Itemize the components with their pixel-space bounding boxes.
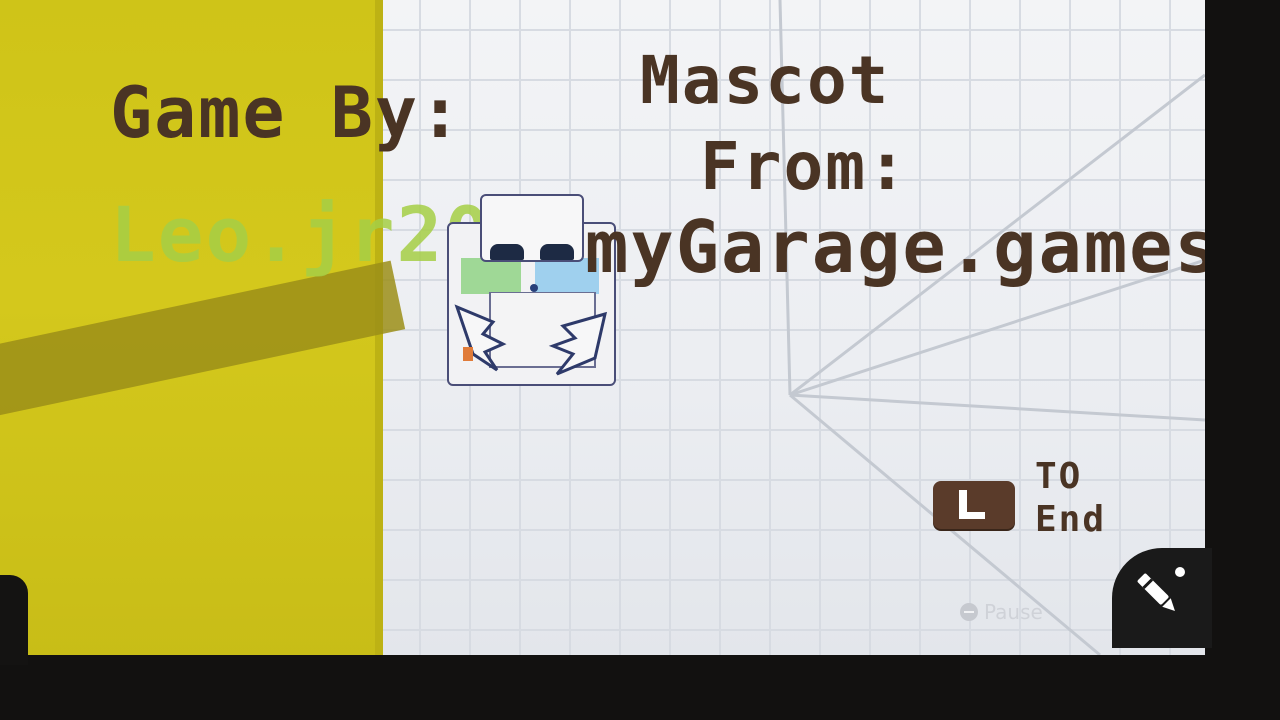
pause-hint[interactable]: Pause (960, 600, 1043, 624)
mascot-nose (530, 284, 538, 292)
mascot-paws (454, 292, 608, 376)
to-end-label: TO End (1035, 456, 1107, 540)
bezel-right (1205, 0, 1280, 720)
minus-icon (960, 603, 978, 621)
bezel-bottom (0, 655, 1280, 720)
l-button-icon (959, 490, 985, 519)
game-screen: Game By: Leo.jr2009 Mascot From: myGarag… (0, 0, 1205, 655)
l-button[interactable]: L (933, 481, 1015, 529)
credit-label: Game By: (110, 72, 464, 154)
mascot-left-cheek (461, 258, 521, 294)
mascot-left-eye (490, 244, 524, 260)
edit-button[interactable] (1112, 548, 1212, 648)
pencil-icon (1137, 567, 1185, 611)
mascot-from-label: From: (700, 128, 909, 205)
mascot-source: myGarage.games (585, 205, 1205, 289)
pause-label: Pause (984, 600, 1043, 624)
mascot-right-eye (540, 244, 574, 260)
mascot-title: Mascot (640, 42, 891, 119)
bezel-left (0, 575, 28, 665)
